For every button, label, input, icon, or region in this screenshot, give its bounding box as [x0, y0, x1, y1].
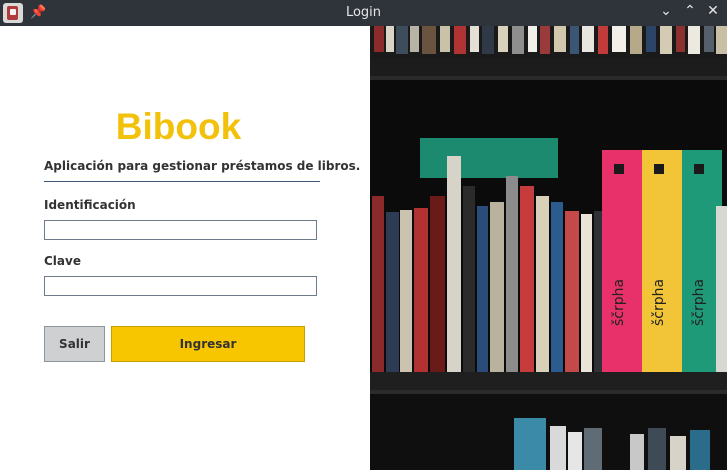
divider: [44, 181, 320, 182]
spine-text-pink: ščrpha: [611, 279, 627, 326]
identification-label: Identificación: [44, 198, 136, 212]
password-label: Clave: [44, 254, 81, 268]
minimize-icon[interactable]: ⌄: [657, 3, 675, 19]
window-title: Login: [345, 5, 382, 20]
title-bar: 📌 Login ⌄ ⌃ ✕: [0, 0, 727, 26]
password-input[interactable]: [44, 276, 317, 296]
close-icon[interactable]: ✕: [704, 3, 722, 19]
login-panel: Bibook Aplicación para gestionar préstam…: [0, 26, 370, 470]
identification-input[interactable]: [44, 220, 317, 240]
spine-text-teal: ščrpha: [691, 279, 707, 326]
exit-button[interactable]: Salir: [44, 326, 105, 362]
spine-text-yellow: ščrpha: [651, 279, 667, 326]
app-subtitle: Aplicación para gestionar préstamos de l…: [44, 159, 361, 173]
bookshelf-image: ščrpha ščrpha ščrpha: [370, 26, 727, 470]
bookshelf-illustration: ščrpha ščrpha ščrpha: [370, 26, 727, 470]
maximize-icon[interactable]: ⌃: [681, 3, 699, 19]
login-button[interactable]: Ingresar: [111, 326, 305, 362]
brand-title: Bibook: [115, 106, 242, 147]
